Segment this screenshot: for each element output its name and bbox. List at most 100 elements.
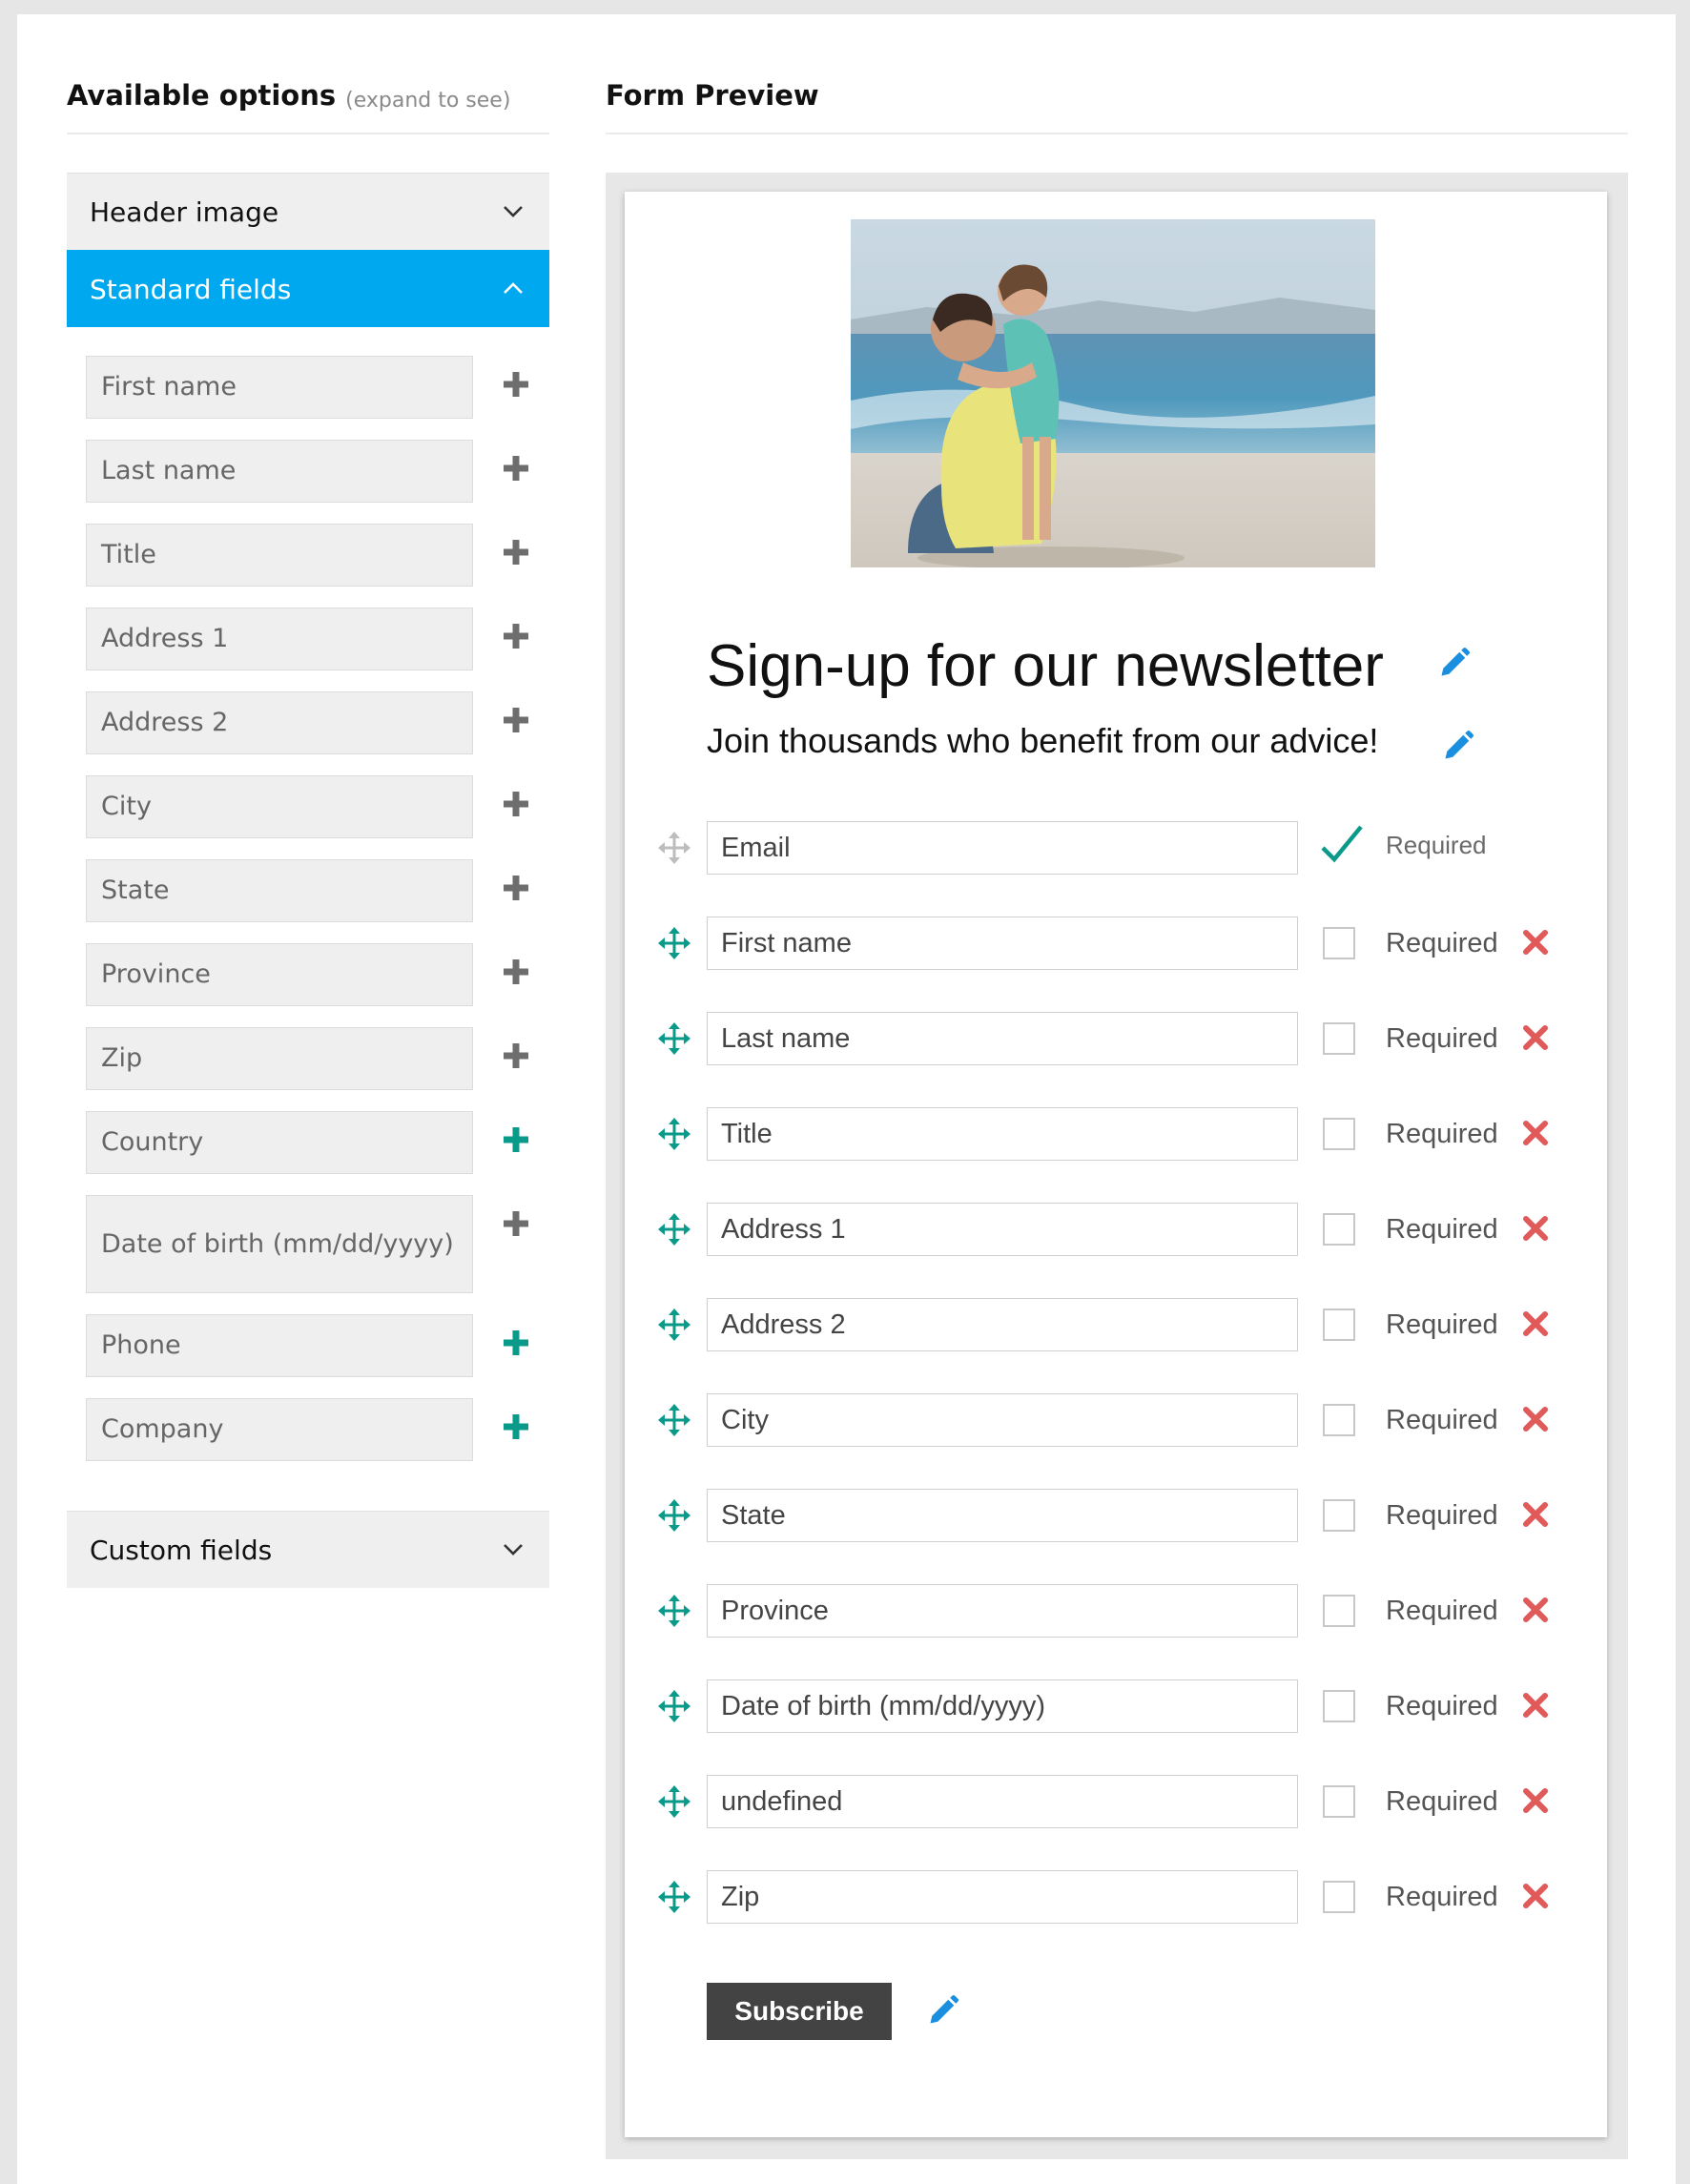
plus-icon[interactable] (501, 537, 531, 567)
form-field-input[interactable]: First name (707, 917, 1298, 970)
section-standard-fields-label: Standard fields (90, 273, 292, 305)
required-checkbox[interactable] (1323, 927, 1355, 959)
section-standard-fields[interactable]: Standard fields (67, 250, 549, 327)
available-field-label: Address 1 (86, 608, 473, 670)
required-checkbox[interactable] (1323, 1404, 1355, 1436)
plus-icon[interactable] (501, 957, 531, 987)
section-custom-fields[interactable]: Custom fields (67, 1511, 549, 1588)
form-field-input[interactable]: Province (707, 1584, 1298, 1638)
required-checkbox[interactable] (1323, 1690, 1355, 1722)
required-label: Required (1386, 1119, 1498, 1149)
delete-icon[interactable] (1521, 928, 1550, 957)
required-checkbox[interactable] (1323, 1118, 1355, 1150)
form-card: Sign-up for our newsletter Join thousand… (625, 192, 1607, 2137)
available-field-row: First name (86, 356, 549, 419)
available-field-row: City (86, 775, 549, 838)
form-field-input[interactable]: State (707, 1489, 1298, 1542)
delete-icon[interactable] (1521, 1405, 1550, 1433)
form-subtitle: Join thousands who benefit from our advi… (707, 721, 1379, 760)
plus-icon[interactable] (501, 453, 531, 484)
available-field-label: Zip (86, 1027, 473, 1090)
form-field-row: City Required (657, 1393, 1592, 1489)
options-accordion: Header image Standard fields First name L… (67, 173, 549, 1588)
required-label: Required (1386, 831, 1487, 859)
delete-icon[interactable] (1521, 1500, 1550, 1529)
form-field-row: Last name Required (657, 1012, 1592, 1107)
delete-icon[interactable] (1521, 1882, 1550, 1910)
delete-icon[interactable] (1521, 1023, 1550, 1052)
form-field-row: First name Required (657, 917, 1592, 1012)
available-field-label: City (86, 775, 473, 838)
plus-icon[interactable] (501, 705, 531, 735)
form-field-input[interactable]: Last name (707, 1012, 1298, 1065)
form-field-input[interactable]: Zip (707, 1870, 1298, 1924)
plus-icon[interactable] (501, 789, 531, 819)
move-icon[interactable] (657, 1594, 691, 1628)
move-icon[interactable] (657, 1021, 691, 1056)
form-field-input[interactable]: Address 1 (707, 1203, 1298, 1256)
required-label: Required (1386, 1023, 1498, 1054)
form-field-row: undefined Required (657, 1775, 1592, 1870)
delete-icon[interactable] (1521, 1214, 1550, 1243)
delete-icon[interactable] (1521, 1691, 1550, 1720)
chevron-down-icon (504, 206, 523, 217)
form-field-row: Address 1 Required (657, 1203, 1592, 1298)
available-field-label: Last name (86, 440, 473, 503)
pencil-icon[interactable] (1441, 729, 1475, 763)
required-label: Required (1386, 1405, 1498, 1435)
subscribe-button[interactable]: Subscribe (707, 1983, 892, 2040)
form-field-input[interactable]: undefined (707, 1775, 1298, 1828)
delete-icon[interactable] (1521, 1309, 1550, 1338)
plus-icon[interactable] (501, 369, 531, 400)
header-image[interactable] (851, 219, 1375, 567)
plus-icon[interactable] (501, 1411, 531, 1442)
required-checkbox[interactable] (1323, 1499, 1355, 1532)
form-field-input[interactable]: Email (707, 821, 1298, 875)
required-label: Required (1386, 928, 1498, 958)
form-field-row: Email Required (657, 821, 1592, 917)
form-title: Sign-up for our newsletter (707, 633, 1384, 699)
move-icon[interactable] (657, 1117, 691, 1151)
plus-icon[interactable] (501, 1328, 531, 1358)
available-options-hint: (expand to see) (345, 89, 511, 113)
delete-icon[interactable] (1521, 1596, 1550, 1624)
form-field-input[interactable]: Title (707, 1107, 1298, 1161)
form-field-input[interactable]: Date of birth (mm/dd/yyyy) (707, 1679, 1298, 1733)
move-icon[interactable] (657, 1308, 691, 1342)
delete-icon[interactable] (1521, 1119, 1550, 1147)
form-field-input[interactable]: Address 2 (707, 1298, 1298, 1351)
move-icon[interactable] (657, 1784, 691, 1819)
move-icon[interactable] (657, 1689, 691, 1723)
required-checkbox[interactable] (1323, 1881, 1355, 1913)
required-checkbox[interactable] (1323, 1213, 1355, 1246)
form-preview-title: Form Preview (606, 79, 819, 112)
move-icon[interactable] (657, 1880, 691, 1914)
plus-icon[interactable] (501, 621, 531, 651)
available-options-header: Available options (expand to see) (67, 14, 549, 134)
delete-icon[interactable] (1521, 1786, 1550, 1815)
available-field-row: Company (86, 1398, 549, 1461)
plus-icon[interactable] (501, 1124, 531, 1155)
pencil-icon[interactable] (926, 1993, 960, 2028)
required-checkbox[interactable] (1323, 1785, 1355, 1818)
plus-icon[interactable] (501, 1040, 531, 1071)
available-field-label: Province (86, 943, 473, 1006)
section-header-image[interactable]: Header image (67, 173, 549, 250)
plus-icon[interactable] (501, 1208, 531, 1239)
available-field-label: State (86, 859, 473, 922)
required-checkbox[interactable] (1323, 1308, 1355, 1341)
pencil-icon[interactable] (1437, 646, 1472, 680)
plus-icon[interactable] (501, 873, 531, 903)
available-field-label: First name (86, 356, 473, 419)
available-field-label: Company (86, 1398, 473, 1461)
move-icon[interactable] (657, 1212, 691, 1247)
form-field-row: Zip Required (657, 1870, 1592, 1966)
move-icon[interactable] (657, 926, 691, 960)
required-checkbox[interactable] (1323, 1595, 1355, 1627)
required-label: Required (1386, 1596, 1498, 1626)
form-field-input[interactable]: City (707, 1393, 1298, 1447)
required-checkbox[interactable] (1323, 1022, 1355, 1055)
move-icon[interactable] (657, 1498, 691, 1533)
move-icon[interactable] (657, 1403, 691, 1437)
form-preview-panel: Form Preview Sign-up for our newsletter … (606, 14, 1628, 2159)
